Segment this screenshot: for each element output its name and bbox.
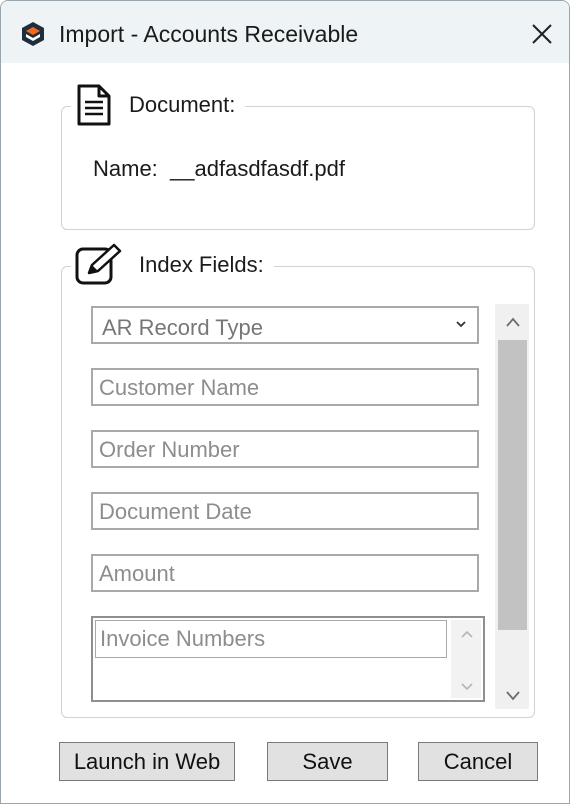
- chevron-down-icon[interactable]: [460, 682, 474, 692]
- window-title: Import - Accounts Receivable: [59, 21, 359, 47]
- title-bar[interactable]: Import - Accounts Receivable: [1, 1, 569, 63]
- document-group-title: Document:: [129, 92, 236, 117]
- ar-record-type-select[interactable]: AR Record Type: [91, 306, 479, 344]
- save-button[interactable]: Save: [267, 742, 388, 781]
- index-fields-title: Index Fields:: [139, 252, 264, 277]
- invoice-numbers-field[interactable]: Invoice Numbers: [95, 620, 447, 658]
- amount-placeholder: Amount: [99, 561, 175, 586]
- customer-name-placeholder: Customer Name: [99, 375, 260, 400]
- document-group-header: Document:: [71, 81, 246, 129]
- import-dialog: Import - Accounts Receivable Document: N…: [0, 0, 570, 804]
- amount-field[interactable]: Amount: [91, 554, 479, 592]
- invoice-numbers-placeholder: Invoice Numbers: [100, 626, 266, 651]
- index-fields-header: Index Fields:: [71, 241, 274, 289]
- app-logo-icon: [22, 22, 44, 46]
- document-name: Name: __adfasdfasdf.pdf: [93, 156, 345, 182]
- document-date-field[interactable]: Document Date: [91, 492, 479, 530]
- invoice-numbers-list[interactable]: Invoice Numbers: [91, 616, 485, 702]
- document-date-placeholder: Document Date: [99, 499, 252, 524]
- invoice-list-scrollbar[interactable]: [451, 620, 481, 698]
- close-icon[interactable]: [527, 19, 557, 49]
- order-number-field[interactable]: Order Number: [91, 430, 479, 468]
- chevron-down-icon[interactable]: [505, 689, 521, 701]
- order-number-placeholder: Order Number: [99, 437, 240, 462]
- document-name-label: Name:: [93, 156, 158, 181]
- document-name-value: __adfasdfasdf.pdf: [170, 156, 345, 181]
- document-icon: [77, 84, 111, 126]
- customer-name-field[interactable]: Customer Name: [91, 368, 479, 406]
- launch-in-web-button[interactable]: Launch in Web: [59, 742, 235, 781]
- cancel-button[interactable]: Cancel: [418, 742, 538, 781]
- scrollbar-thumb[interactable]: [498, 340, 527, 630]
- edit-icon: [75, 243, 122, 285]
- chevron-down-icon[interactable]: [455, 319, 467, 329]
- chevron-up-icon[interactable]: [460, 629, 474, 639]
- chevron-up-icon[interactable]: [505, 316, 521, 328]
- index-fields-scrollbar[interactable]: [495, 304, 529, 709]
- ar-record-type-value: AR Record Type: [102, 315, 264, 340]
